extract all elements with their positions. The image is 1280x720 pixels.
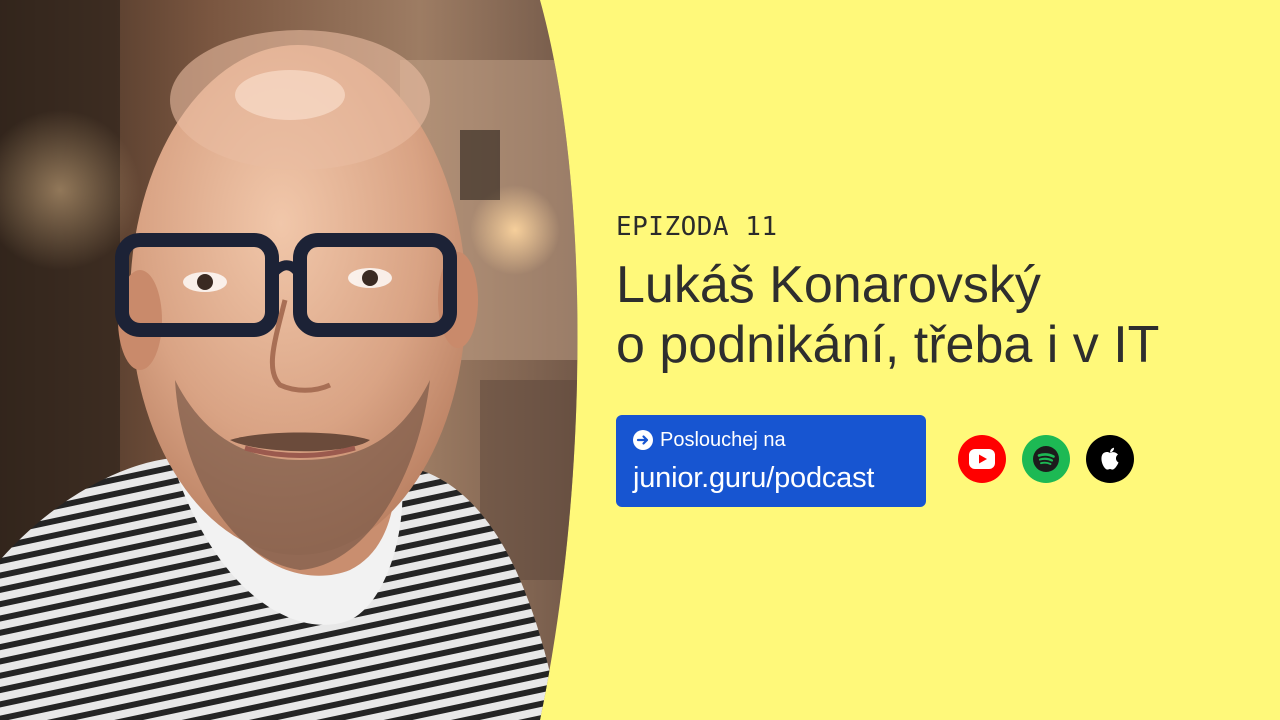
spotify-icon (1033, 446, 1059, 472)
spotify-link[interactable] (1022, 435, 1070, 483)
apple-podcasts-link[interactable] (1086, 435, 1134, 483)
guest-photo (0, 0, 578, 720)
title-line-2: o podnikání, třeba i v IT (616, 316, 1160, 374)
episode-label: EPIZODA 11 (616, 212, 778, 242)
apple-icon (1101, 447, 1119, 470)
title-line-1: Lukáš Konarovský (616, 256, 1041, 314)
youtube-link[interactable] (958, 435, 1006, 483)
arrow-right-circle-icon (633, 430, 653, 450)
podcast-url[interactable]: junior.guru/podcast (633, 462, 926, 495)
youtube-icon (969, 449, 995, 469)
episode-title: Lukáš Konarovský o podnikání, třeba i v … (616, 255, 1256, 375)
listen-prefix-row: Poslouchej na (633, 428, 926, 452)
listen-prefix: Poslouchej na (660, 428, 786, 451)
listen-button[interactable]: Poslouchej na junior.guru/podcast (616, 415, 926, 507)
